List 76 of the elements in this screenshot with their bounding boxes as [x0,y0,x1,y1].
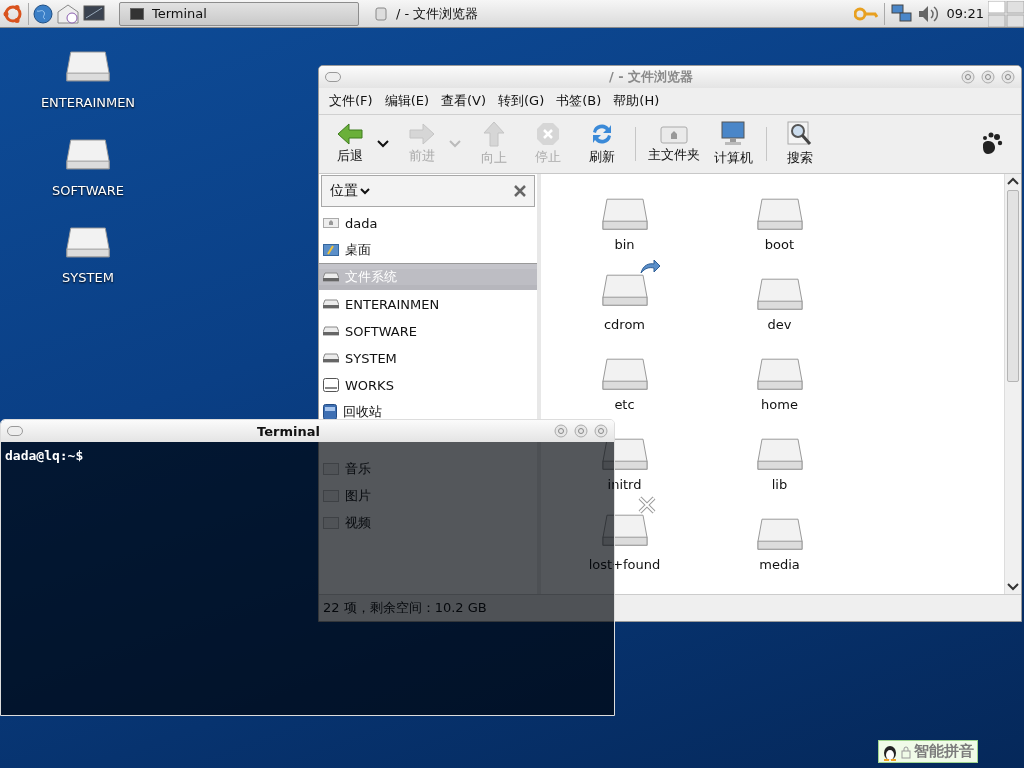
file-name[interactable]: etc [614,397,635,412]
sidebar-item[interactable]: WORKS [319,377,537,393]
cross-icon [636,494,657,515]
drive-icon [374,6,388,21]
file-name[interactable]: boot [764,237,795,252]
removable-drive-icon [323,378,339,392]
file-name[interactable]: dev [767,317,792,332]
search-icon [787,121,813,147]
forward-arrow-icon [409,123,435,145]
taskbar-button[interactable]: / - 文件浏览器 [363,1,663,26]
sidebar-item[interactable]: ENTERAINMEN [319,296,537,312]
file-name[interactable]: lib [771,477,788,492]
workspace-switcher-icon[interactable] [988,0,1024,27]
caret-icon [360,187,370,195]
toolbar-button[interactable]: 计算机 [706,119,760,169]
volume-icon[interactable] [916,3,939,24]
home-drive-icon [323,217,339,229]
menu-item[interactable]: 文件(F) [329,92,373,110]
key-icon[interactable] [853,5,878,22]
toolbar-button[interactable]: 主文件夹 [642,122,706,166]
link-arrow-icon [638,258,661,275]
drive-icon [323,353,339,363]
up-arrow-icon [483,121,505,147]
menu-item[interactable]: 书签(B) [556,92,602,110]
clock[interactable]: 09:21 [946,6,984,21]
caret-icon[interactable] [377,140,389,148]
taskbar-button[interactable]: Terminal [119,1,359,26]
minimize-button[interactable] [554,424,568,438]
menu-item[interactable]: 帮助(H) [613,92,660,110]
sidebar-item[interactable]: dada [319,215,537,231]
menu-item[interactable]: 编辑(E) [384,92,429,110]
drive-icon [323,299,339,309]
stop-icon [536,122,560,146]
close-icon[interactable] [514,185,526,197]
file-name[interactable]: media [759,557,800,572]
sidebar-item[interactable]: SYSTEM [319,350,537,366]
window-title: Terminal [256,423,321,439]
menu-item[interactable]: 转到(G) [498,92,545,110]
file-name[interactable]: bin [614,237,635,252]
desktop-icon-label[interactable]: SYSTEM [62,270,114,286]
terminal-prompt: dada@lq:~$ [5,448,84,463]
window-menu-icon[interactable] [7,426,23,436]
places-dropdown[interactable]: 位置 [330,182,370,200]
maximize-button[interactable] [981,70,995,84]
sidebar-item[interactable]: 桌面 [319,242,537,258]
file-name[interactable]: home [761,397,798,412]
back-arrow-icon [337,123,363,145]
toolbar-button[interactable]: 后退 [323,121,377,167]
terminal-icon [130,7,144,20]
sidebar-item[interactable]: SOFTWARE [319,323,537,339]
window-menu-icon[interactable] [325,72,341,82]
trash-icon [323,404,337,420]
window-title: / - 文件浏览器 [607,68,695,86]
drive-icon [323,326,339,336]
desktop-icon [323,243,339,257]
status-text: 22 项，剩余空间：10.2 GB [319,594,1021,621]
menu-item[interactable]: 查看(V) [441,92,487,110]
file-name[interactable]: cdrom [603,317,646,332]
scrollbar-thumb[interactable] [1007,190,1019,382]
minimize-button[interactable] [961,70,975,84]
input-method-label[interactable]: 智能拼音 [914,742,974,761]
desktop-icon-label[interactable]: SOFTWARE [52,182,124,198]
close-button[interactable] [1001,70,1015,84]
maximize-button[interactable] [574,424,588,438]
sidebar-item[interactable]: 回收站 [319,404,537,420]
toolbar-button[interactable]: 刷新 [575,120,629,168]
close-button[interactable] [594,424,608,438]
home-folder-icon [660,124,688,144]
ubuntu-logo-icon[interactable] [2,2,24,25]
drive-icon [323,272,339,282]
computer-icon [720,121,746,147]
toolbar-button[interactable]: 搜索 [773,119,827,169]
desktop-icon-label[interactable]: ENTERAINMEN [40,94,136,110]
network-icon[interactable] [890,3,913,24]
monitor-icon[interactable] [83,4,105,23]
globe-icon[interactable] [33,3,53,24]
